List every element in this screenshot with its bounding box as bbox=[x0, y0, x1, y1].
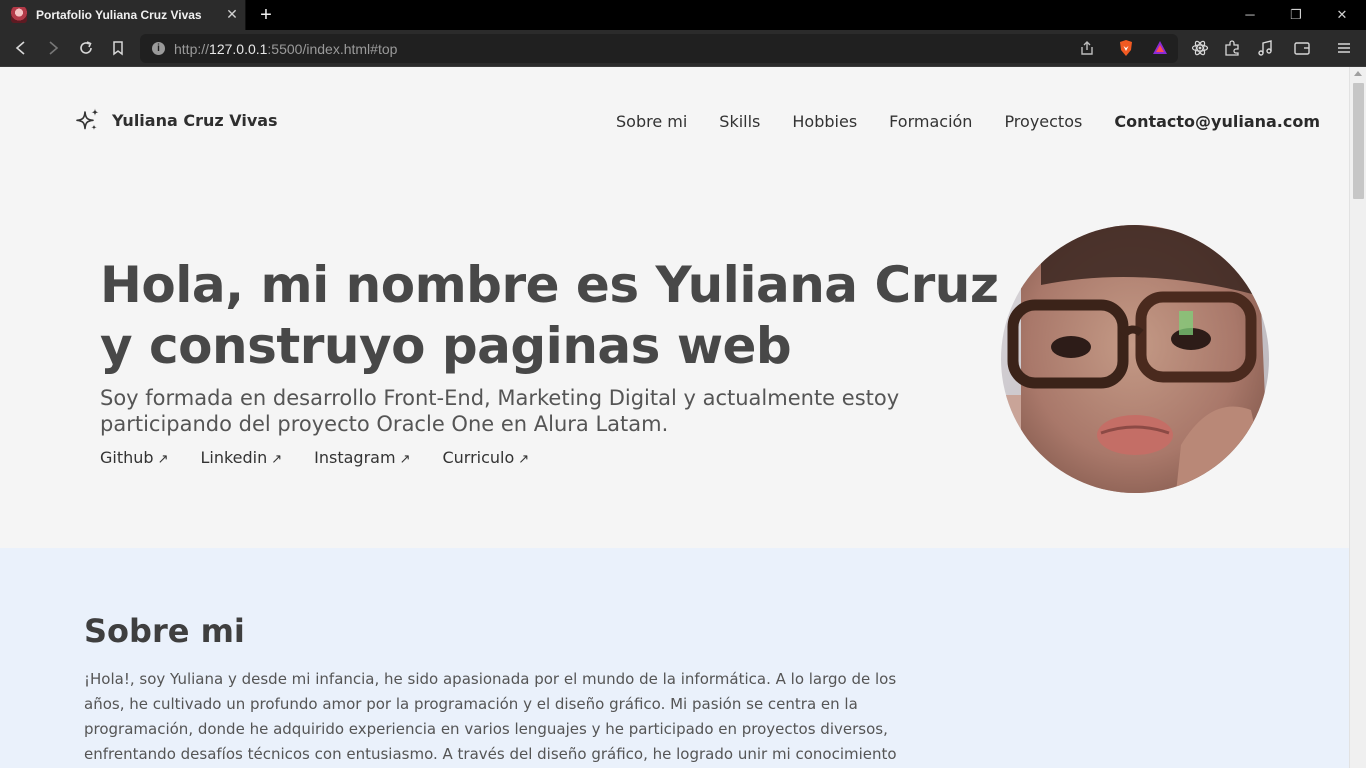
main-nav: Sobre mi Skills Hobbies Formación Proyec… bbox=[616, 111, 1320, 131]
back-icon[interactable] bbox=[12, 39, 30, 57]
url-text[interactable]: http://127.0.0.1:5500/index.html#top bbox=[174, 41, 397, 57]
brave-rewards-icon[interactable] bbox=[1151, 39, 1169, 57]
close-window-icon[interactable]: ✕ bbox=[1332, 6, 1352, 24]
link-instagram[interactable]: Instagram ↗ bbox=[314, 448, 410, 467]
nav-hobbies[interactable]: Hobbies bbox=[792, 112, 857, 131]
external-link-icon: ↗ bbox=[399, 452, 411, 467]
browser-toolbar: i http://127.0.0.1:5500/index.html#top bbox=[0, 30, 1366, 67]
nav-skills[interactable]: Skills bbox=[719, 112, 760, 131]
about-text: ¡Hola!, soy Yuliana y desde mi infancia,… bbox=[84, 670, 897, 763]
restore-icon[interactable]: ❐ bbox=[1286, 6, 1306, 24]
page-viewport: Yuliana Cruz Vivas Sobre mi Skills Hobbi… bbox=[0, 67, 1366, 768]
page-scrollbar[interactable] bbox=[1349, 67, 1366, 768]
brave-shields-icon[interactable] bbox=[1117, 39, 1135, 57]
scroll-thumb[interactable] bbox=[1353, 83, 1364, 199]
bookmark-icon[interactable] bbox=[109, 39, 127, 57]
browser-tabbar: Portafolio Yuliana Cruz Vivas ✕ + ─ ❐ ✕ bbox=[0, 0, 1366, 30]
about-section: Sobre mi ¡Hola!, soy Yuliana y desde mi … bbox=[0, 548, 1349, 768]
url-bar[interactable]: i http://127.0.0.1:5500/index.html#top bbox=[140, 34, 1178, 63]
favicon-icon bbox=[11, 7, 27, 23]
hero-title: Hola, mi nombre es Yuliana Cruz y constr… bbox=[100, 256, 999, 375]
react-devtools-icon[interactable] bbox=[1191, 39, 1209, 57]
minimize-icon[interactable]: ─ bbox=[1240, 6, 1260, 24]
nav-contact-email[interactable]: Contacto@yuliana.com bbox=[1114, 112, 1320, 131]
about-title: Sobre mi bbox=[84, 612, 245, 650]
close-tab-icon[interactable]: ✕ bbox=[224, 6, 240, 22]
link-github[interactable]: Github ↗ bbox=[100, 448, 168, 467]
external-link-icon: ↗ bbox=[518, 452, 530, 467]
nav-proyectos[interactable]: Proyectos bbox=[1004, 112, 1082, 131]
wallet-icon[interactable] bbox=[1293, 39, 1311, 57]
forward-icon[interactable] bbox=[44, 39, 62, 57]
media-icon[interactable] bbox=[1256, 39, 1274, 57]
external-link-icon: ↗ bbox=[271, 452, 283, 467]
link-linkedin[interactable]: Linkedin ↗ bbox=[200, 448, 282, 467]
reload-icon[interactable] bbox=[77, 39, 95, 57]
tab-title: Portafolio Yuliana Cruz Vivas bbox=[36, 8, 202, 22]
profile-photo bbox=[1001, 225, 1269, 493]
brand-name: Yuliana Cruz Vivas bbox=[112, 110, 278, 130]
share-icon[interactable] bbox=[1078, 39, 1096, 57]
social-links: Github ↗ Linkedin ↗ Instagram ↗ Curriculo ↗ bbox=[100, 448, 561, 467]
external-link-icon: ↗ bbox=[157, 452, 169, 467]
browser-tab[interactable]: Portafolio Yuliana Cruz Vivas ✕ bbox=[0, 0, 246, 30]
extensions-icon[interactable] bbox=[1223, 39, 1241, 57]
nav-sobre-mi[interactable]: Sobre mi bbox=[616, 112, 687, 131]
nav-formacion[interactable]: Formación bbox=[889, 112, 972, 131]
menu-icon[interactable] bbox=[1335, 39, 1353, 57]
scroll-up-icon[interactable] bbox=[1354, 71, 1362, 76]
link-curriculo[interactable]: Curriculo ↗ bbox=[442, 448, 529, 467]
sparkle-icon bbox=[76, 108, 99, 130]
brand[interactable]: Yuliana Cruz Vivas bbox=[75, 107, 278, 133]
new-tab-icon[interactable]: + bbox=[256, 4, 276, 26]
site-info-icon[interactable]: i bbox=[152, 42, 165, 55]
hero-subtitle: Soy formada en desarrollo Front-End, Mar… bbox=[100, 386, 900, 436]
